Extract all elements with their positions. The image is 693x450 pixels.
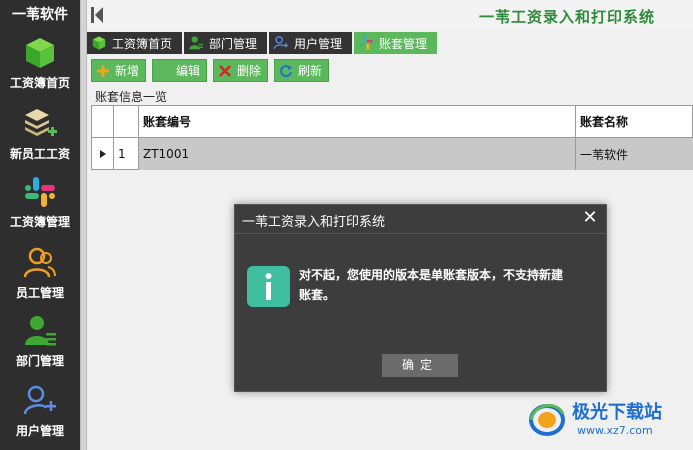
sidebar-item-salary-home[interactable]: 工资簿首页 [0,35,80,91]
cell-name[interactable]: 一苇软件 [576,138,693,170]
user-add-icon [273,36,289,49]
department-user-icon [25,316,56,346]
plus-icon [97,64,109,77]
info-icon [247,266,290,307]
tab-user-management[interactable]: 用户管理 [269,32,353,54]
app-title: 一苇工资录入和打印系统 [478,8,655,26]
table-header: 账套编号 账套名称 [92,106,692,138]
delete-button[interactable]: 删除 [213,59,269,82]
watermark-logo: 极光下载站 www.xz7.com [527,396,687,446]
delete-button-label: 删除 [237,64,262,78]
dialog-title: 一苇工资录入和打印系统 [242,215,386,230]
sidebar-title: 一苇软件 [12,7,68,23]
row-pointer-icon [92,138,114,170]
users-icon [23,247,56,278]
layers-plus-icon [25,109,57,136]
sidebar-item-user-management[interactable]: 用户管理 [0,383,80,439]
collapse-sidebar-icon[interactable] [89,5,105,25]
sidebar-item-label: 新员工工资 [9,147,70,161]
tab-account-set-management[interactable]: 账套管理 [354,32,438,54]
colorful-grid-icon [359,36,373,50]
department-user-icon [189,36,204,50]
edit-button-label: 编辑 [176,64,201,78]
sidebar-splitter[interactable] [80,0,87,450]
row-number: 1 [114,138,139,170]
column-header-name[interactable]: 账套名称 [576,106,693,137]
sidebar-item-department-management[interactable]: 部门管理 [0,313,80,369]
add-button[interactable]: 新增 [91,59,147,82]
colorful-grid-icon [25,177,55,207]
tab-bar: 工资簿首页 部门管理 用户管理 账套管理 [87,32,439,54]
sidebar-item-label: 部门管理 [15,354,64,368]
sidebar-item-label: 工资簿首页 [9,76,70,90]
row-number-header [114,106,139,137]
edit-button[interactable]: 编辑 [152,59,208,82]
section-label: 账套信息一览 [95,90,168,104]
tab-label: 用户管理 [294,36,343,51]
sidebar-item-label: 用户管理 [15,424,64,438]
user-add-icon [23,385,56,415]
sidebar-item-label: 员工管理 [15,286,64,300]
tab-label: 工资簿首页 [112,36,173,51]
sidebar-item-label: 工资簿管理 [9,215,70,229]
column-header-code[interactable]: 账套编号 [139,106,576,137]
ok-button[interactable]: 确定 [382,354,458,377]
edit-icon [157,64,171,78]
account-set-table: 账套编号 账套名称 1 ZT1001 一苇软件 [91,105,693,170]
watermark-url: www.xz7.com [577,424,653,437]
dialog-divider [235,233,606,234]
app-window: 一苇软件 工资簿首页 新员工工资 工资簿管理 员工管理 部门管理 用户管理 一苇… [0,0,693,450]
header: 一苇工资录入和打印系统 [87,0,693,30]
add-button-label: 新增 [115,64,140,78]
sidebar-item-employee-management[interactable]: 员工管理 [0,245,80,301]
table-row[interactable]: 1 ZT1001 一苇软件 [92,138,693,170]
green-cube-icon [26,38,54,68]
tab-label: 部门管理 [209,36,258,51]
refresh-button[interactable]: 刷新 [274,59,330,82]
row-indicator-header [92,106,114,137]
toolbar: 新增 编辑 删除 刷新 [91,59,335,83]
message-dialog: 一苇工资录入和打印系统 ✕ 对不起，您使用的版本是单账套版本，不支持新建账套。 … [234,204,607,392]
tab-label: 账套管理 [379,36,428,51]
watermark-swirl-icon [529,404,565,436]
tab-department-management[interactable]: 部门管理 [184,32,268,54]
cell-code[interactable]: ZT1001 [139,138,576,170]
close-icon[interactable]: ✕ [582,209,598,227]
tab-salary-home[interactable]: 工资簿首页 [87,32,183,54]
watermark-text: 极光下载站 [572,402,662,423]
delete-x-icon [219,64,231,77]
sidebar-item-new-employee-salary[interactable]: 新员工工资 [0,106,80,162]
sidebar-item-salary-book-management[interactable]: 工资簿管理 [0,174,80,230]
dialog-message: 对不起，您使用的版本是单账套版本，不支持新建账套。 [299,268,564,302]
sidebar: 一苇软件 工资簿首页 新员工工资 工资簿管理 员工管理 部门管理 用户管理 [0,0,80,450]
refresh-icon [280,64,293,77]
refresh-button-label: 刷新 [298,64,323,78]
green-cube-icon [92,36,106,50]
